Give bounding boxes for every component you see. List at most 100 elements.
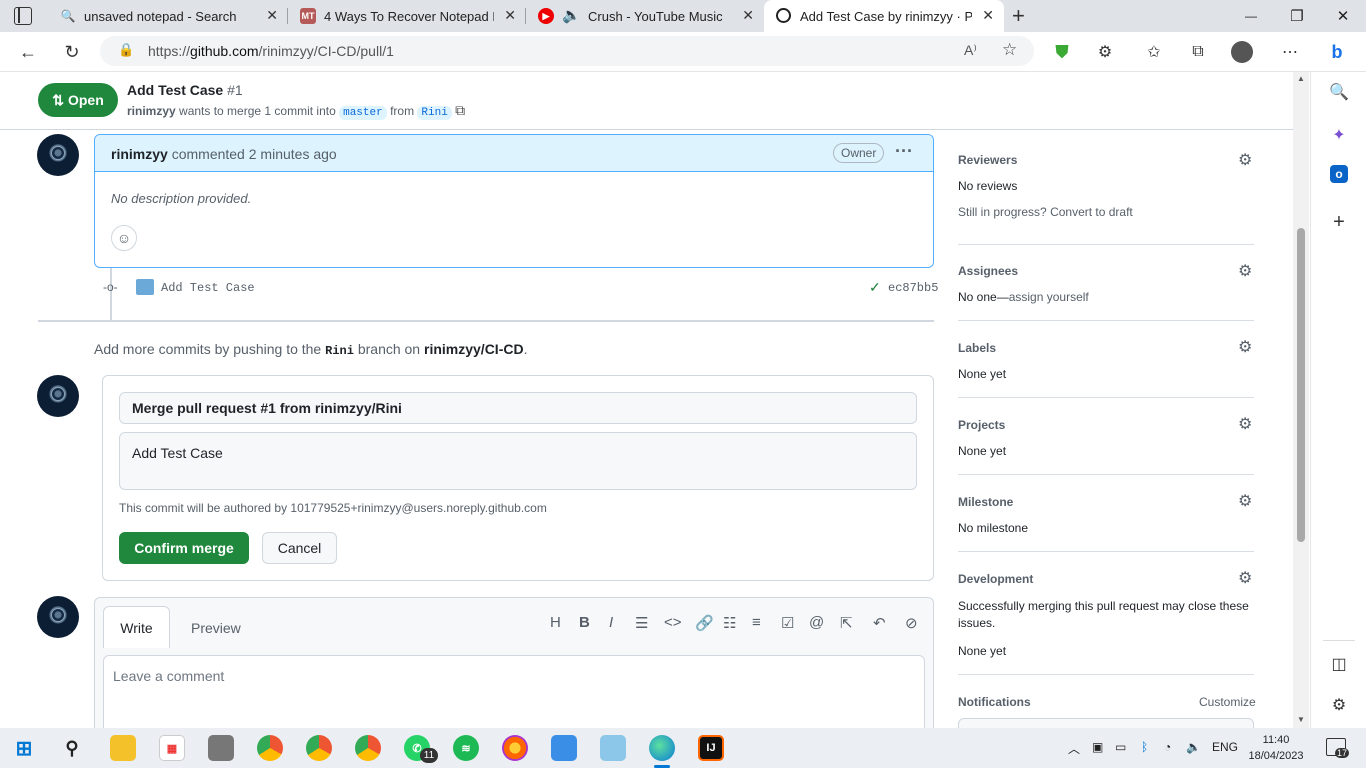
code-icon[interactable]: <> [664,614,682,631]
add-reaction-icon[interactable]: ☺ [111,225,137,251]
gear-icon[interactable]: ⚙ [1238,568,1252,588]
merge-title-input[interactable]: Merge pull request #1 from rinimzyy/Rini [119,392,917,424]
bold-icon[interactable]: B [579,614,590,631]
address-bar[interactable]: 🔒 https://github.com/rinimzyy/CI-CD/pull… [100,36,1034,66]
tab-write[interactable]: Write [103,606,170,648]
bing-copilot-icon[interactable]: b [1324,39,1350,65]
avatar[interactable] [37,134,79,176]
file-explorer-icon[interactable] [110,735,136,761]
read-aloud-icon[interactable]: A⁾ [964,42,977,59]
split-screen-icon[interactable]: ◫ [1327,652,1351,676]
tab-actions-icon[interactable] [14,7,32,25]
reference-icon[interactable]: ⇱ [840,614,853,632]
search-icon[interactable]: ⚲ [59,735,85,761]
gear-icon[interactable]: ⚙ [1238,414,1252,434]
maximize-button[interactable]: ❐ [1274,0,1320,32]
gear-icon[interactable]: ⚙ [1238,337,1252,357]
reviewers-heading[interactable]: Reviewers [958,153,1017,167]
tab-recover-notepad[interactable]: MT 4 Ways To Recover Notepad File ✕ [288,0,526,32]
commit-author-avatar[interactable] [136,279,154,295]
new-tab-button[interactable]: + [1012,3,1025,29]
gear-icon[interactable]: ⚙ [1238,150,1252,170]
edge-icon[interactable] [649,735,675,761]
mention-icon[interactable]: @ [809,614,824,631]
copy-icon[interactable]: ⧉ [455,102,465,118]
customize-link[interactable]: Customize [1199,695,1256,709]
push-hint-repo-link[interactable]: rinimzyy/CI-CD [424,341,524,357]
development-heading[interactable]: Development [958,572,1033,586]
volume-icon[interactable]: 🔈 [1186,740,1201,754]
bluetooth-icon[interactable]: ᛒ [1141,740,1148,754]
close-tab-icon[interactable]: ✕ [982,7,994,24]
speaker-icon[interactable]: 🔈 [562,6,581,24]
refresh-icon[interactable]: ↻ [58,38,86,66]
commit-message[interactable]: Add Test Case [161,281,255,295]
wifi-icon[interactable]: ◔ [1164,740,1171,754]
tab-github-pr[interactable]: Add Test Case by rinimzyy · Pull R ✕ [764,0,1004,32]
show-hidden-icons-icon[interactable]: ︿ [1068,740,1080,757]
comment-author-link[interactable]: rinimzyy [111,146,168,162]
subscribe-button[interactable] [958,718,1254,728]
assignees-heading[interactable]: Assignees [958,264,1018,278]
confirm-merge-button[interactable]: Confirm merge [119,532,249,564]
favorites-icon[interactable]: ✩ [1141,39,1167,65]
settings-icon[interactable]: ⚙ [1327,693,1351,717]
profile-avatar[interactable] [1231,41,1253,63]
ordered-list-icon[interactable]: ≡ [752,614,761,631]
slash-command-icon[interactable]: ⊘ [905,614,918,632]
notepad-icon[interactable] [600,735,626,761]
media-app-icon[interactable] [208,735,234,761]
base-branch-label[interactable]: master [339,106,387,120]
convert-to-draft-link[interactable]: Convert to draft [1050,205,1133,219]
tab-preview[interactable]: Preview [191,620,241,636]
windows-start-icon[interactable]: ⊞ [11,735,37,761]
control-panel-icon[interactable] [551,735,577,761]
projects-heading[interactable]: Projects [958,418,1005,432]
quote-icon[interactable]: ☰ [635,614,648,632]
microsoft-store-icon[interactable]: ▦ [159,735,185,761]
cancel-button[interactable]: Cancel [262,532,337,564]
check-icon[interactable]: ✓ [869,279,881,296]
tab-search[interactable]: 🔍 unsaved notepad - Search ✕ [48,0,288,32]
copilot-icon[interactable]: ✦ [1327,123,1351,147]
add-icon[interactable]: + [1327,210,1351,234]
chrome-profile-icon[interactable] [306,735,332,761]
more-menu-icon[interactable]: ⋯ [1277,39,1303,65]
close-tab-icon[interactable]: ✕ [742,7,754,24]
page-scrollbar[interactable]: ▲ ▼ [1293,72,1309,728]
intellij-icon[interactable]: IJ [698,735,724,761]
assign-yourself-link[interactable]: assign yourself [1009,290,1089,304]
collections-icon[interactable]: ⧉ [1185,39,1211,65]
outlook-icon[interactable]: o [1330,165,1348,183]
minimize-button[interactable]: — [1228,0,1274,32]
close-window-button[interactable]: ✕ [1320,0,1366,32]
add-favorite-icon[interactable]: ☆ [1002,40,1017,60]
gear-icon[interactable]: ⚙ [1238,491,1252,511]
search-icon[interactable]: 🔍 [1327,80,1351,104]
close-tab-icon[interactable]: ✕ [266,7,278,24]
lock-icon[interactable]: 🔒 [118,42,134,58]
back-arrow-icon[interactable]: ← [14,38,42,66]
close-tab-icon[interactable]: ✕ [504,7,516,24]
scroll-down-icon[interactable]: ▼ [1297,715,1305,724]
url-text[interactable]: https://github.com/rinimzyy/CI-CD/pull/1 [148,43,394,59]
meet-now-icon[interactable]: ▣ [1092,740,1103,754]
scroll-thumb[interactable] [1297,228,1305,542]
adblock-shield-icon[interactable]: ⛊ [1049,39,1075,65]
chrome-work-icon[interactable] [355,735,381,761]
pr-author-link[interactable]: rinimzyy [127,104,176,118]
heading-icon[interactable]: H [550,614,561,631]
task-list-icon[interactable]: ☑ [781,614,794,632]
avatar[interactable] [37,375,79,417]
milestone-heading[interactable]: Milestone [958,495,1013,509]
labels-heading[interactable]: Labels [958,341,996,355]
italic-icon[interactable]: I [609,614,613,631]
battery-icon[interactable]: ▭ [1115,740,1126,754]
extensions-icon[interactable]: ⚙ [1092,39,1118,65]
spotify-icon[interactable]: ≋ [453,735,479,761]
clock[interactable]: 11:40 18/04/2023 [1248,732,1304,764]
firefox-icon[interactable] [502,735,528,761]
merge-body-textarea[interactable]: Add Test Case [119,432,917,490]
link-icon[interactable]: 🔗 [695,614,714,632]
scroll-up-icon[interactable]: ▲ [1297,74,1305,83]
